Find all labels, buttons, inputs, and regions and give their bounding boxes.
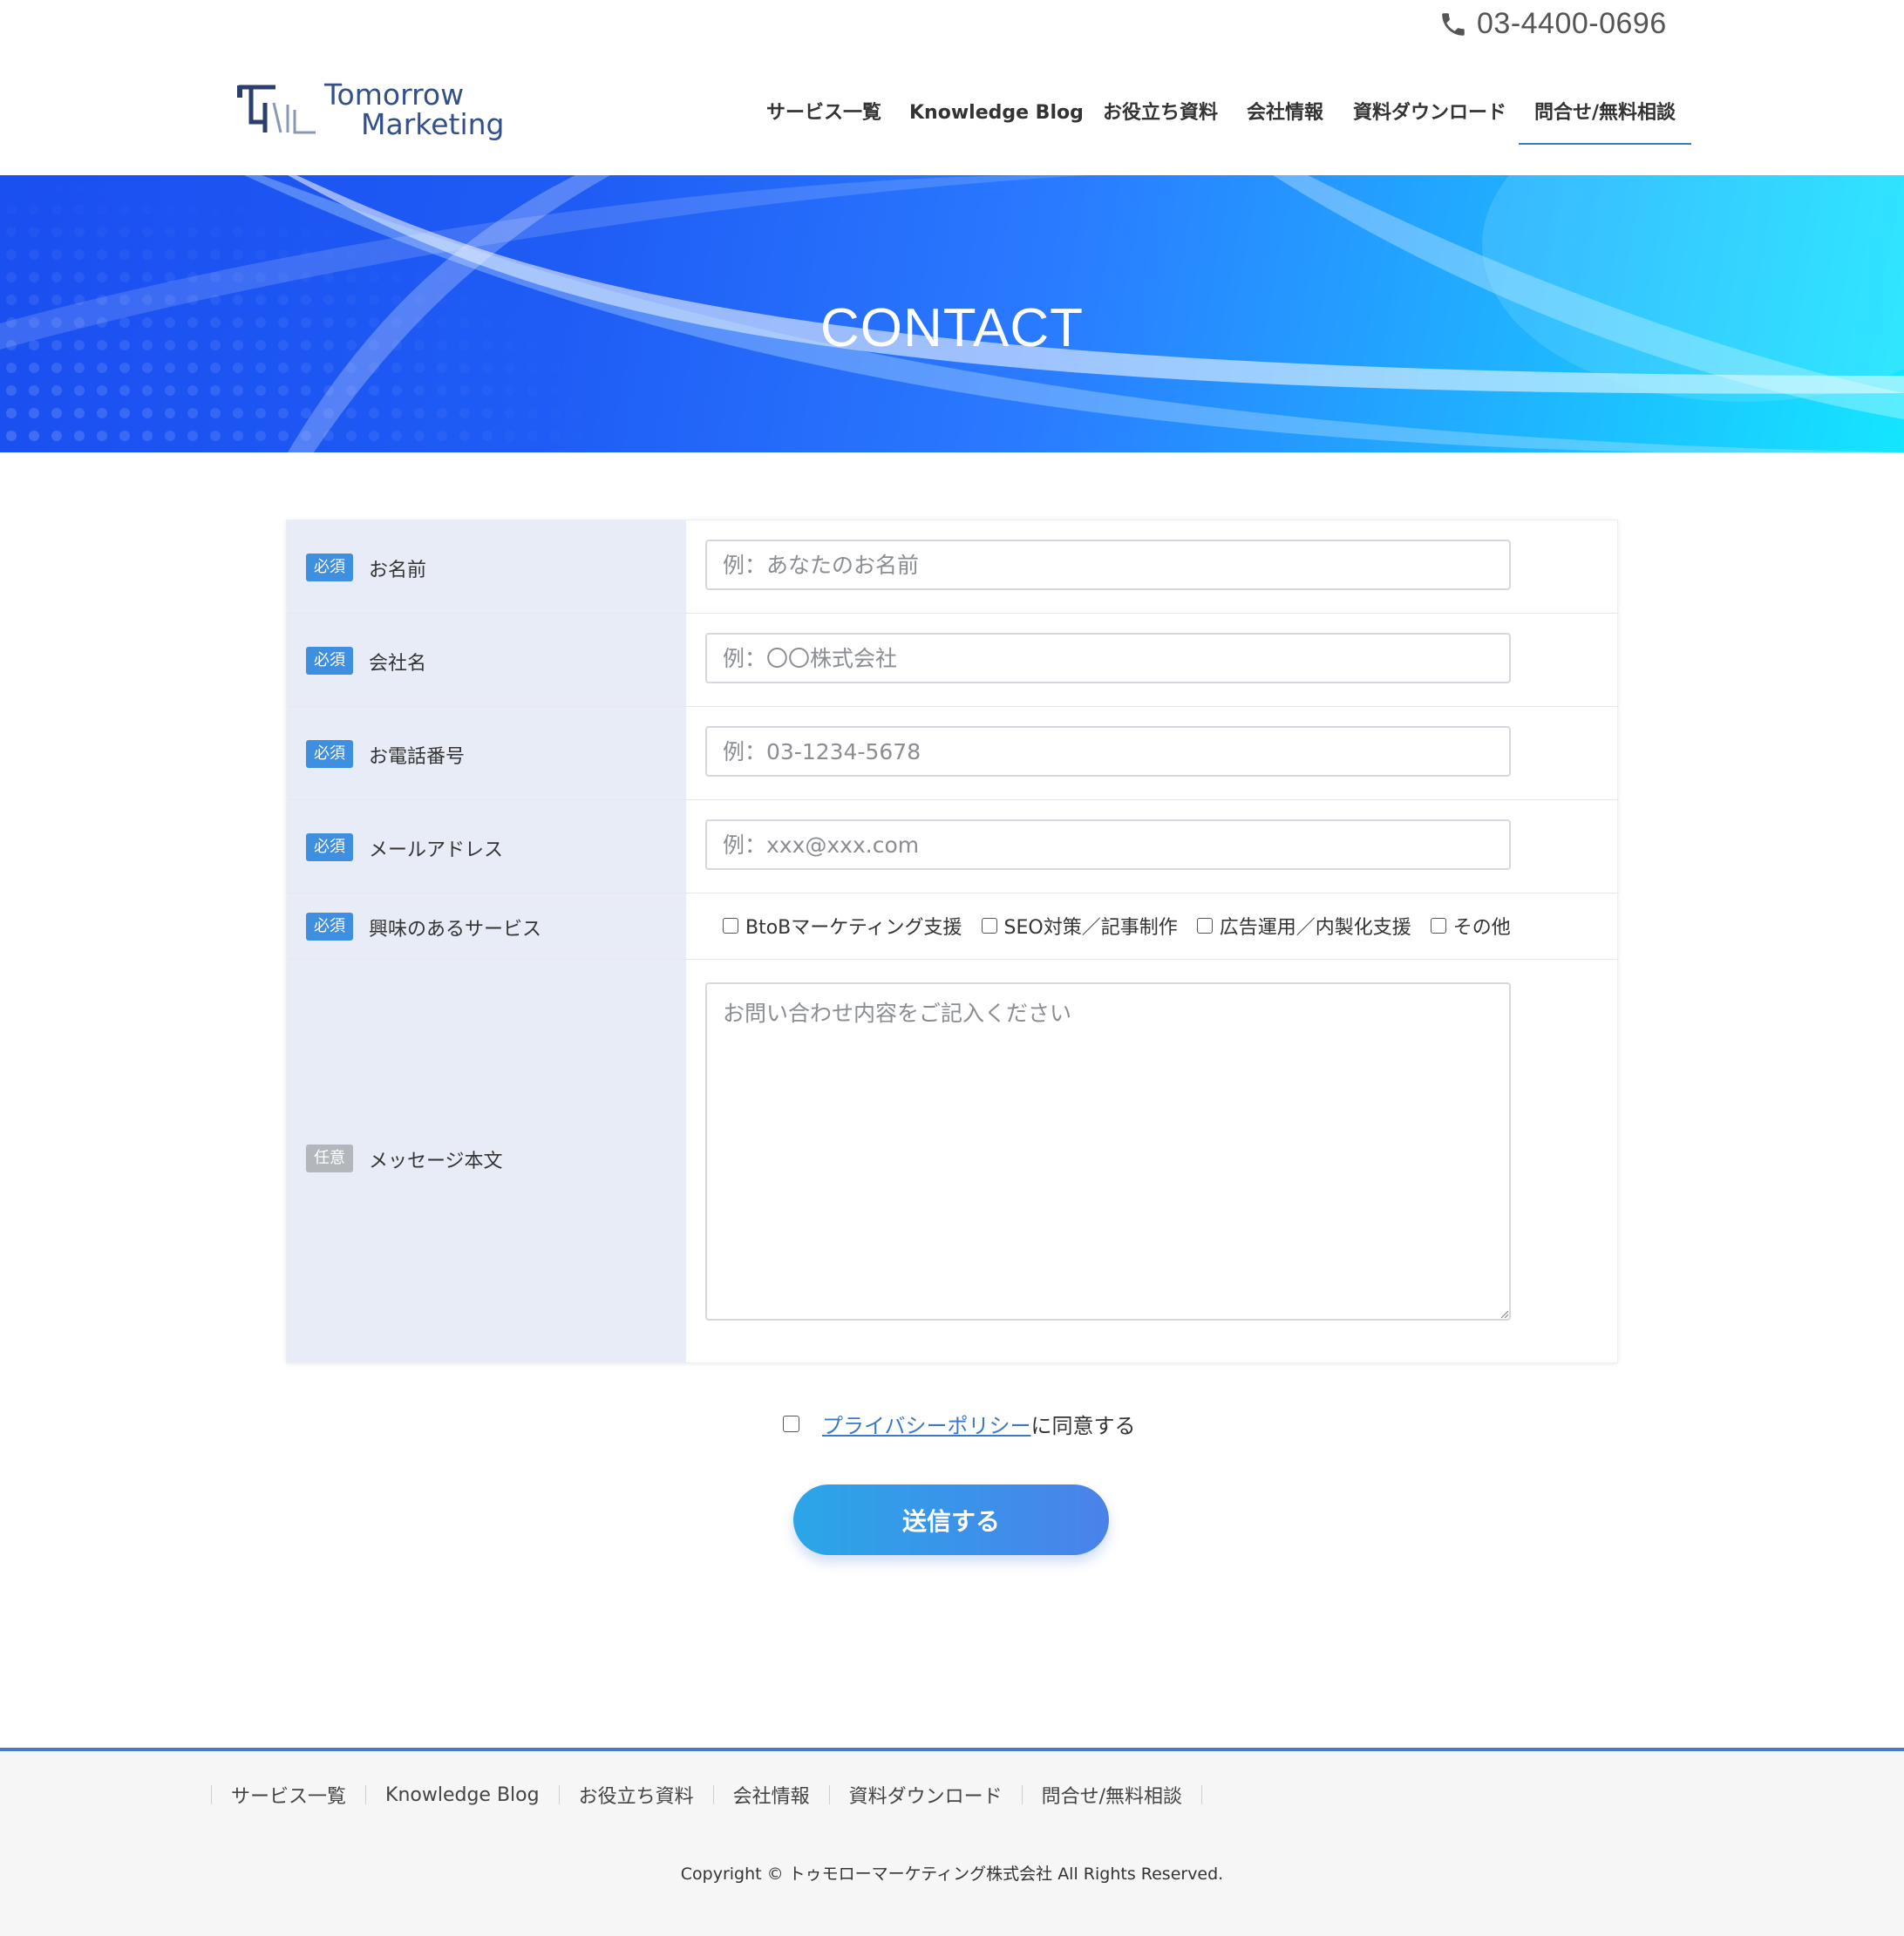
nav-item-contact[interactable]: 問合せ/無料相談 xyxy=(1519,96,1692,145)
nav-item-company[interactable]: 会社情報 xyxy=(1247,96,1323,145)
site-header: 03-4400-0696 Tomorrow Marketing サービス一覧 K… xyxy=(0,0,1904,175)
required-badge: 必須 xyxy=(306,740,353,768)
field-label-name: お名前 xyxy=(369,560,427,581)
field-label-phone: お電話番号 xyxy=(369,746,466,768)
privacy-checkbox[interactable] xyxy=(783,1416,799,1432)
message-textarea[interactable] xyxy=(705,982,1511,1321)
footer-link-resources[interactable]: お役立ち資料 xyxy=(560,1781,713,1809)
required-badge: 必須 xyxy=(306,833,353,861)
service-checkbox-group: BtoBマーケティング支援 SEO対策／記事制作 広告運用／内製化支援 その他 xyxy=(723,893,1530,958)
required-badge: 必須 xyxy=(306,554,353,581)
option-label: BtoBマーケティング支援 xyxy=(745,917,962,939)
form-row-phone: 必須 お電話番号 xyxy=(287,707,1619,800)
agree-text: に同意する xyxy=(1030,1414,1136,1438)
option-label: その他 xyxy=(1452,917,1511,939)
form-row-email: 必須 メールアドレス xyxy=(287,800,1619,893)
logo-line-1: Tomorrow xyxy=(324,78,465,112)
footer-link-services[interactable]: サービス一覧 xyxy=(212,1781,365,1809)
logo-line-2: Marketing xyxy=(361,107,505,141)
submit-button[interactable]: 送信する xyxy=(793,1484,1109,1555)
service-option-btob[interactable]: BtoBマーケティング支援 xyxy=(723,912,962,940)
nav-item-resources[interactable]: お役立ち資料 xyxy=(1103,96,1218,145)
divider xyxy=(1201,1785,1203,1804)
nav-item-download[interactable]: 資料ダウンロード xyxy=(1353,96,1506,145)
footer-link-download[interactable]: 資料ダウンロード xyxy=(830,1781,1022,1809)
privacy-policy-link[interactable]: プライバシーポリシー xyxy=(822,1409,1031,1439)
phone-contact[interactable]: 03-4400-0696 xyxy=(1438,7,1667,41)
privacy-agreement: プライバシーポリシー に同意する xyxy=(783,1409,1136,1439)
option-label: 広告運用／内製化支援 xyxy=(1219,917,1411,939)
form-row-company: 必須 会社名 xyxy=(287,614,1619,707)
main-nav: サービス一覧 Knowledge Blog お役立ち資料 会社情報 資料ダウンロ… xyxy=(750,96,1904,145)
optional-badge: 任意 xyxy=(306,1145,353,1172)
required-badge: 必須 xyxy=(306,647,353,675)
logo-mark-icon xyxy=(237,85,316,134)
footer-nav: サービス一覧 Knowledge Blog お役立ち資料 会社情報 資料ダウンロ… xyxy=(211,1781,1203,1809)
footer-link-knowledge-blog[interactable]: Knowledge Blog xyxy=(366,1784,559,1806)
service-option-ads[interactable]: 広告運用／内製化支援 xyxy=(1196,912,1411,940)
contact-form: 必須 お名前 必須 会社名 必須 お電話番号 必須 メールアドレス 必須 興味の… xyxy=(286,520,1619,1364)
nav-item-services[interactable]: サービス一覧 xyxy=(766,96,881,145)
email-input[interactable] xyxy=(705,819,1511,870)
field-label-company: 会社名 xyxy=(369,653,427,675)
copyright-text: Copyright © トゥモローマーケティング株式会社 All Rights … xyxy=(680,1865,1224,1884)
page-title: CONTACT xyxy=(819,298,1085,358)
phone-number: 03-4400-0696 xyxy=(1477,7,1667,40)
field-label-message: メッセージ本文 xyxy=(369,1151,503,1172)
logo-wordmark: Tomorrow Marketing xyxy=(324,80,504,139)
checkbox[interactable] xyxy=(1196,918,1213,934)
form-row-message: 任意 メッセージ本文 xyxy=(287,960,1619,1364)
field-label-email: メールアドレス xyxy=(369,839,504,861)
company-input[interactable] xyxy=(705,633,1511,683)
footer-link-company[interactable]: 会社情報 xyxy=(714,1781,829,1809)
site-logo[interactable]: Tomorrow Marketing xyxy=(235,80,506,146)
checkbox[interactable] xyxy=(723,918,738,934)
resize-grip-icon[interactable] xyxy=(1499,1308,1509,1319)
checkbox[interactable] xyxy=(981,918,997,934)
phone-icon xyxy=(1442,12,1465,36)
form-row-name: 必須 お名前 xyxy=(287,520,1619,614)
field-label-services: 興味のあるサービス xyxy=(369,919,542,941)
phone-input[interactable] xyxy=(705,726,1511,777)
site-footer: サービス一覧 Knowledge Blog お役立ち資料 会社情報 資料ダウンロ… xyxy=(0,1748,1904,1936)
form-row-services: 必須 興味のあるサービス BtoBマーケティング支援 SEO対策／記事制作 広告… xyxy=(287,893,1619,960)
service-option-other[interactable]: その他 xyxy=(1430,912,1511,940)
required-badge: 必須 xyxy=(306,913,353,941)
footer-link-contact[interactable]: 問合せ/無料相談 xyxy=(1023,1781,1201,1809)
checkbox[interactable] xyxy=(1430,918,1446,934)
name-input[interactable] xyxy=(705,540,1511,590)
option-label: SEO対策／記事制作 xyxy=(1003,917,1178,939)
nav-item-knowledge-blog[interactable]: Knowledge Blog xyxy=(909,96,1084,145)
hero-banner: CONTACT xyxy=(0,175,1904,452)
service-option-seo[interactable]: SEO対策／記事制作 xyxy=(981,912,1178,940)
